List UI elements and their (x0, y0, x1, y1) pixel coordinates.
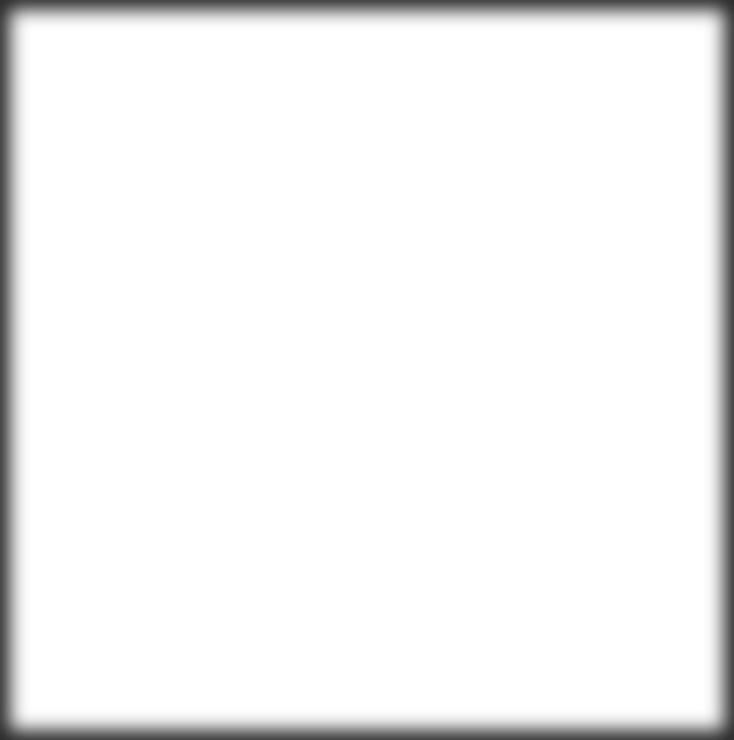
choice-option-label: 이사온 사람끼리 세대 구성 (빈집으로 이사) (52, 538, 215, 549)
step-3-number: 3단계 (585, 27, 621, 43)
address-section-title: 이사 온 곳의 주소를 입력해 주세요. (36, 127, 232, 143)
chevron-down-icon (692, 701, 705, 715)
required-mark: • (94, 210, 101, 221)
choice-option-label: 이사온 곳에 기존에 살고 있는 세대주가 있는 경우 (52, 579, 238, 590)
step-3-tab[interactable]: 3단계 이사온 곳 (484, 17, 722, 78)
chevron-up-icon (692, 461, 705, 475)
square-bullet-icon (36, 705, 46, 715)
step-1-number: 1단계 (110, 28, 146, 44)
required-note-text: 표시는 필수 입력사항입니다. (600, 94, 720, 105)
multi-household-label-cell: 다가구 주택여부 • (40, 316, 198, 377)
radio-icon[interactable] (40, 537, 49, 547)
building-number-help-button[interactable]: 건물번호란? (552, 226, 632, 250)
required-note: • 표시는 필수 입력사항입니다. (590, 90, 720, 105)
multi-household-hint (206, 350, 504, 364)
step-2-tab[interactable]: 2단계 이사 전에 살던 곳 (247, 19, 484, 76)
multi-household-row: 다가구 주택여부 • (40, 316, 672, 378)
step-2-number: 2단계 (347, 28, 383, 44)
step-tabs: 1단계 신청인정보 2단계 이사 전에 살던 곳 3단계 이사온 곳 (10, 17, 722, 78)
basic-address-label: 기본 주소 (48, 215, 93, 229)
choice-option-empty-house[interactable]: 이사온 사람끼리 세대 구성 (빈집으로 이사) (40, 522, 672, 563)
multi-household-label: 다가구 주택여부 (48, 340, 123, 354)
address-section-toggle[interactable] (674, 109, 722, 157)
step-2-label: 이사 전에 살던 곳 (316, 48, 414, 63)
choice-options: 이사온 사람끼리 세대 구성 (빈집으로 이사) 이사온 곳에 기존에 살고 있… (40, 520, 672, 604)
basic-address-label-cell: 기본 주소 • (40, 188, 198, 255)
choice-option-existing-householder[interactable]: 이사온 곳에 기존에 살고 있는 세대주가 있는 경우 (40, 563, 672, 604)
radio-icon[interactable] (40, 578, 49, 588)
detail-address-label: 상세 주소 (48, 279, 93, 293)
detail-address-field[interactable] (206, 264, 662, 286)
notice-text: ※ 전입신고와 함께 신청하시는 경우 체크해주세요. (18, 658, 230, 669)
required-mark: • (124, 335, 131, 346)
docs-section-title: 이·통장 등의 전입신고 사후확인 생략을 위한 서류 제출(선택) (60, 704, 396, 720)
detail-address-label-cell: 상세 주소 (40, 256, 198, 315)
choice-section-toggle[interactable] (674, 442, 722, 490)
required-mark: • (589, 92, 597, 105)
step-1-label: 신청인정보 (98, 48, 158, 63)
step-3-label: 이사온 곳 (577, 47, 629, 62)
choice-section-header[interactable]: 다음 중에서 해당하는 것을 선택해 주세요. (10, 442, 722, 490)
docs-section-toggle[interactable] (674, 686, 722, 734)
address-section-header[interactable]: 이사 온 곳의 주소를 입력해 주세요. (10, 109, 722, 157)
docs-section-header[interactable]: 이·통장 등의 전입신고 사후확인 생략을 위한 서류 제출(선택) (10, 686, 722, 734)
chevron-up-icon (692, 128, 705, 142)
multi-household-button[interactable] (474, 328, 578, 350)
choice-section-title: 다음 중에서 해당하는 것을 선택해 주세요. (36, 460, 267, 476)
step-1-tab[interactable]: 1단계 신청인정보 (10, 19, 247, 76)
